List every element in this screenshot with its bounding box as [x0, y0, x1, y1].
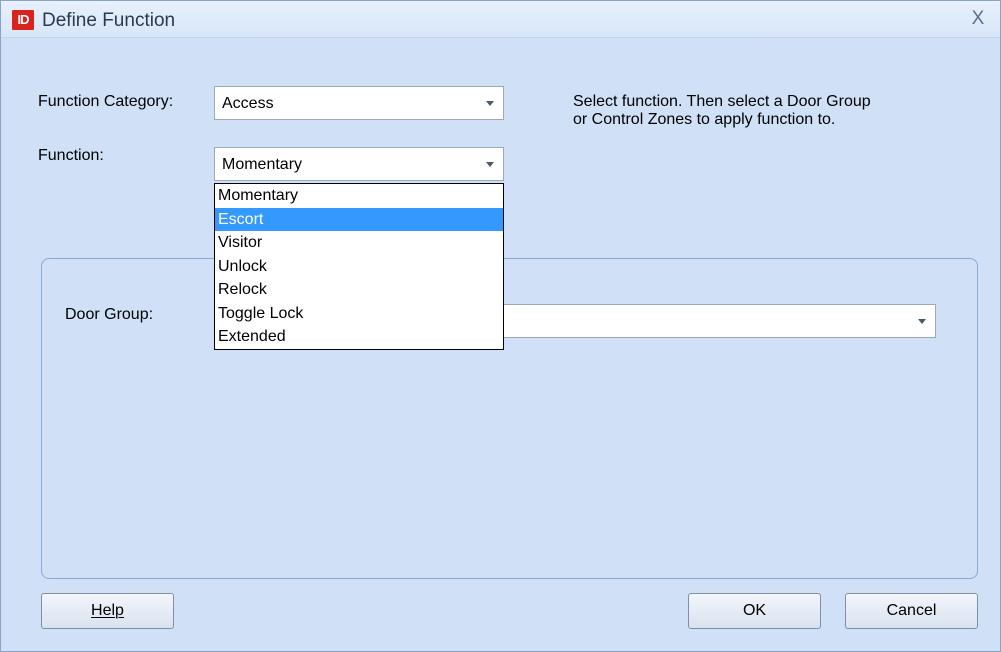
cancel-button-label: Cancel — [886, 602, 937, 619]
function-dropdown-list: Momentary Escort Visitor Unlock Relock T… — [214, 183, 504, 350]
instruction-line-2: or Control Zones to apply function to. — [573, 111, 836, 128]
ok-button[interactable]: OK — [688, 593, 821, 629]
title-bar[interactable]: ID Define Function X — [1, 1, 1000, 38]
function-category-select[interactable]: Access — [214, 86, 504, 120]
door-group-label: Door Group: — [65, 306, 154, 323]
dropdown-option-visitor[interactable]: Visitor — [215, 231, 503, 255]
app-logo-icon: ID — [12, 10, 34, 30]
close-button[interactable]: X — [965, 7, 991, 31]
ok-button-label: OK — [742, 602, 767, 619]
help-button-label: Help — [91, 602, 124, 619]
dropdown-option-extended[interactable]: Extended — [215, 325, 503, 349]
cancel-button[interactable]: Cancel — [845, 593, 978, 629]
instruction-text: Select function. Then select a Door Grou… — [573, 93, 871, 129]
chevron-down-icon — [486, 162, 494, 167]
function-value: Momentary — [222, 156, 303, 173]
function-label: Function: — [38, 147, 104, 164]
chevron-down-icon — [486, 101, 494, 106]
dialog-title: Define Function — [42, 10, 176, 31]
help-button[interactable]: Help — [41, 593, 174, 629]
close-icon: X — [971, 8, 985, 29]
function-category-value: Access — [222, 95, 274, 112]
function-category-label: Function Category: — [38, 93, 174, 110]
instruction-line-1: Select function. Then select a Door Grou… — [573, 93, 871, 110]
dropdown-option-unlock[interactable]: Unlock — [215, 255, 503, 279]
function-select[interactable]: Momentary — [214, 147, 504, 181]
dropdown-option-relock[interactable]: Relock — [215, 278, 503, 302]
dropdown-option-escort[interactable]: Escort — [215, 207, 503, 231]
chevron-down-icon — [918, 319, 926, 324]
define-function-dialog: ID Define Function X Function Category: … — [0, 0, 1001, 652]
dropdown-option-momentary[interactable]: Momentary — [215, 184, 503, 208]
dropdown-option-toggle-lock[interactable]: Toggle Lock — [215, 302, 503, 326]
